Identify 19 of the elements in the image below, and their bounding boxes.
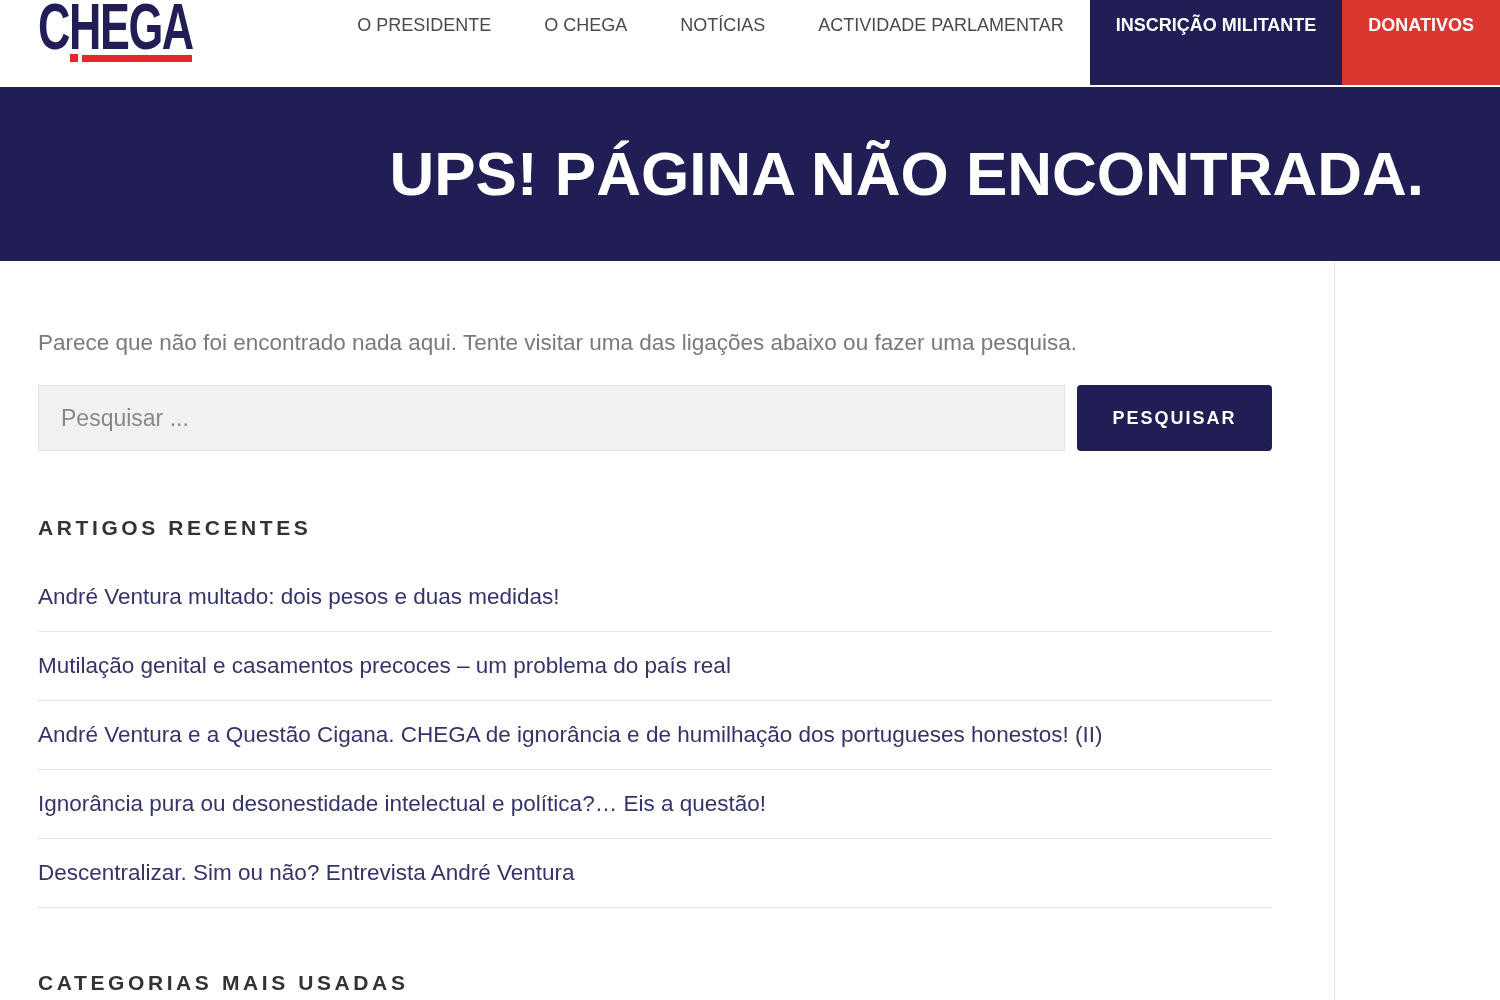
search-field[interactable]: Pesquisar ... [38,385,1065,451]
nav-link[interactable]: ACTIVIDADE PARLAMENTAR [818,14,1064,36]
section-heading: CATEGORIAS MAIS USADAS [38,970,410,996]
underline-icon [70,54,192,62]
post-link[interactable]: Descentralizar. Sim ou não? Entrevista André Ventura [38,860,575,885]
nav-link[interactable]: NOTÍCIAS [680,14,766,36]
nav-link[interactable]: O PRESIDENTE [357,14,492,36]
nav-link[interactable]: O CHEGA [544,14,628,36]
section-heading: ARTIGOS RECENTES [38,515,313,541]
post-link[interactable]: Mutilação genital e casamentos precoces – um problema do país real [38,653,731,678]
post-link[interactable]: Ignorância pura ou desonestidade intelectual e política?… Eis a questão! [38,791,766,816]
not-found-message: Parece que não foi encontrado nada aqui. Tente visitar uma das ligações abaixo ou fazer uma pesquisa. [38,329,1078,357]
logo-link[interactable]: CHEGA [38,0,192,62]
nav-button[interactable]: INSCRIÇÃO MILITANTE [1089,0,1343,85]
nav-button[interactable]: DONATIVOS [1342,0,1500,85]
post-link[interactable]: André Ventura e a Questão Cigana. CHEGA de ignorância e de humilhação dos portugueses honestos! (II) [38,722,1103,747]
post-link[interactable]: André Ventura multado: dois pesos e duas medidas! [38,584,560,609]
search-button[interactable]: PESQUISAR [1077,385,1272,451]
page-title: UPS! PÁGINA NÃO ENCONTRADA. [389,138,1424,210]
